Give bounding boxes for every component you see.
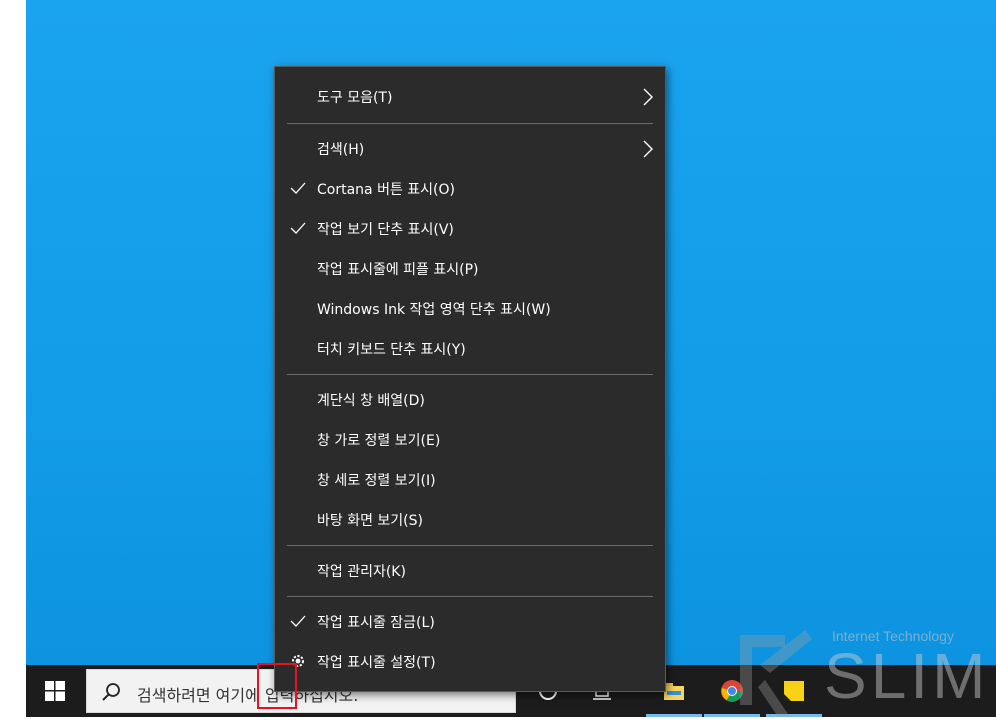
menu-item-show-desktop[interactable]: 바탕 화면 보기(S) — [275, 502, 665, 538]
menu-item-task-manager[interactable]: 작업 관리자(K) — [275, 553, 665, 589]
chevron-right-icon — [643, 88, 653, 106]
menu-item-label: 작업 표시줄 설정(T) — [317, 655, 436, 671]
menu-separator — [287, 374, 653, 375]
bottom-margin — [0, 717, 996, 728]
sticky-notes-button[interactable] — [778, 675, 810, 707]
menu-item-label: 창 세로 정렬 보기(I) — [317, 473, 436, 489]
sticky-notes-icon — [784, 681, 804, 701]
chevron-right-icon — [643, 140, 653, 158]
menu-item-show-people[interactable]: 작업 표시줄에 피플 표시(P) — [275, 251, 665, 287]
start-button[interactable] — [26, 665, 84, 717]
menu-separator — [287, 545, 653, 546]
checkmark-icon — [290, 615, 306, 627]
menu-item-label: Windows Ink 작업 영역 단추 표시(W) — [317, 302, 551, 318]
menu-item-label: 도구 모음(T) — [317, 90, 393, 106]
menu-item-label: 검색(H) — [317, 142, 365, 158]
menu-item-side-by-side-windows[interactable]: 창 세로 정렬 보기(I) — [275, 462, 665, 498]
menu-item-label: 바탕 화면 보기(S) — [317, 513, 423, 529]
menu-item-show-cortana-button[interactable]: Cortana 버튼 표시(O) — [275, 171, 665, 207]
menu-item-label: 터치 키보드 단추 표시(Y) — [317, 342, 466, 358]
menu-separator — [287, 596, 653, 597]
taskbar-context-menu: 도구 모음(T) 검색(H) Cortana 버튼 표시(O) 작업 보기 단추… — [274, 66, 666, 692]
chrome-icon — [721, 680, 743, 702]
menu-item-show-touch-keyboard[interactable]: 터치 키보드 단추 표시(Y) — [275, 331, 665, 367]
menu-item-label: 창 가로 정렬 보기(E) — [317, 433, 441, 449]
menu-item-label: 작업 보기 단추 표시(V) — [317, 222, 454, 238]
menu-item-taskbar-settings[interactable]: 작업 표시줄 설정(T) — [275, 644, 665, 680]
chrome-button[interactable] — [716, 675, 748, 707]
menu-item-label: 계단식 창 배열(D) — [317, 393, 425, 409]
menu-item-cascade-windows[interactable]: 계단식 창 배열(D) — [275, 382, 665, 418]
menu-item-label: 작업 표시줄에 피플 표시(P) — [317, 262, 479, 278]
menu-item-lock-taskbar[interactable]: 작업 표시줄 잠금(L) — [275, 604, 665, 640]
menu-separator — [287, 123, 653, 124]
checkmark-icon — [290, 222, 306, 234]
menu-item-toolbars[interactable]: 도구 모음(T) — [275, 79, 665, 115]
windows-start-icon — [45, 681, 65, 701]
checkmark-icon — [290, 182, 306, 194]
menu-item-show-windows-ink[interactable]: Windows Ink 작업 영역 단추 표시(W) — [275, 291, 665, 327]
left-margin — [0, 0, 26, 728]
menu-item-label: 작업 관리자(K) — [317, 564, 406, 580]
menu-item-stack-windows[interactable]: 창 가로 정렬 보기(E) — [275, 422, 665, 458]
search-icon — [99, 680, 123, 704]
highlight-annotation-box — [257, 663, 297, 709]
menu-item-search[interactable]: 검색(H) — [275, 131, 665, 167]
menu-item-show-task-view-button[interactable]: 작업 보기 단추 표시(V) — [275, 211, 665, 247]
menu-item-label: 작업 표시줄 잠금(L) — [317, 615, 435, 631]
menu-item-label: Cortana 버튼 표시(O) — [317, 182, 455, 198]
